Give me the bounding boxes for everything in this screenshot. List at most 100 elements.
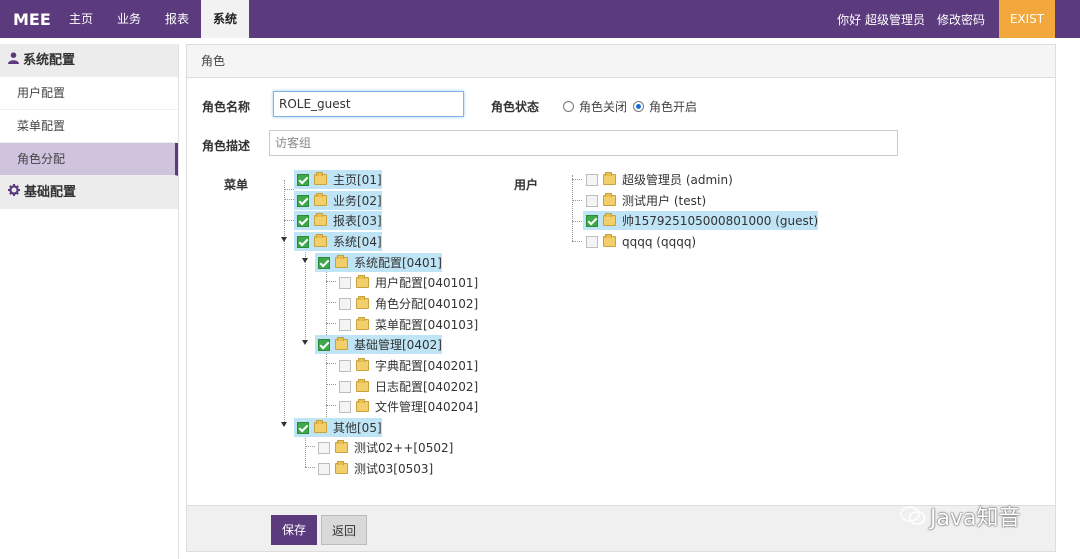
tree-node-label: 其他[05]: [333, 421, 382, 435]
folder-icon: [314, 193, 327, 206]
folder-icon: [314, 172, 327, 185]
tree-node-label: 超级管理员 (admin): [622, 173, 733, 187]
tree-node-menu[interactable]: 其他[05]: [294, 418, 382, 437]
checkbox-checked[interactable]: [297, 421, 309, 434]
tree-node-label: 报表[03]: [333, 214, 382, 228]
tree-node-label: 测试用户 (test): [622, 194, 707, 208]
folder-icon: [603, 213, 616, 226]
tree-node-user[interactable]: 超级管理员 (admin): [583, 170, 733, 189]
tree-node-user[interactable]: 帅157925105000801000 (guest): [583, 211, 819, 230]
checkbox-checked[interactable]: [297, 214, 309, 227]
checkbox[interactable]: [318, 462, 330, 475]
tree-node-user[interactable]: 测试用户 (test): [583, 191, 706, 210]
gear-icon: [8, 176, 20, 209]
tree-node-menu[interactable]: 系统[04]: [294, 232, 382, 251]
exist-button[interactable]: EXIST: [999, 0, 1055, 38]
checkbox-checked[interactable]: [297, 235, 309, 248]
top-right-area: 你好 超级管理员 修改密码 EXIST: [831, 0, 1080, 38]
checkbox[interactable]: [339, 318, 351, 331]
checkbox[interactable]: [586, 194, 598, 207]
checkbox[interactable]: [586, 173, 598, 186]
folder-icon: [356, 358, 369, 371]
tree-node-label: 日志配置[040202]: [375, 380, 479, 394]
folder-icon: [335, 440, 348, 453]
greeting-text: 你好 超级管理员: [837, 12, 925, 27]
checkbox[interactable]: [339, 297, 351, 310]
sidebar-group-system-config[interactable]: 系统配置: [0, 44, 178, 77]
panel-title: 角色: [187, 45, 1055, 78]
watermark-text: Java知音: [930, 506, 1021, 531]
tree-node-label: 字典配置[040201]: [375, 359, 479, 373]
wechat-icon: [900, 506, 926, 525]
role-desc-input[interactable]: 访客组: [269, 130, 898, 156]
folder-icon: [314, 420, 327, 433]
menu-label: 菜单: [224, 178, 249, 192]
folder-icon: [356, 379, 369, 392]
role-name-label: 角色名称: [202, 100, 251, 114]
tree-node-menu[interactable]: 测试02++[0502]: [315, 438, 453, 457]
folder-icon: [603, 172, 616, 185]
checkbox-checked[interactable]: [586, 214, 598, 227]
save-button[interactable]: 保存: [271, 515, 317, 545]
checkbox-checked[interactable]: [297, 194, 309, 207]
checkbox[interactable]: [586, 235, 598, 248]
tree-node-menu[interactable]: 测试03[0503]: [315, 459, 433, 478]
checkbox[interactable]: [339, 380, 351, 393]
sidebar: 系统配置 用户配置 菜单配置 角色分配 基础配置: [0, 44, 179, 559]
tree-node-menu[interactable]: 报表[03]: [294, 211, 382, 230]
top-navbar: MEE 主页 业务 报表 系统 你好 超级管理员 修改密码 EXIST: [0, 0, 1080, 38]
status-on-label: 角色开启: [649, 100, 698, 114]
sidebar-item-menu-config[interactable]: 菜单配置: [0, 110, 178, 143]
role-desc-label: 角色描述: [202, 139, 251, 153]
folder-icon: [356, 399, 369, 412]
user-icon: [8, 44, 19, 77]
checkbox[interactable]: [339, 400, 351, 413]
checkbox-checked[interactable]: [318, 338, 330, 351]
tree-node-label: 系统配置[0401]: [354, 256, 442, 270]
status-off-label: 角色关闭: [579, 100, 628, 114]
tree-node-menu[interactable]: 字典配置[040201]: [336, 356, 478, 375]
radio-dot: [563, 101, 574, 112]
brand-logo[interactable]: MEE: [0, 10, 57, 29]
status-on-radio[interactable]: 角色开启: [633, 98, 697, 115]
checkbox[interactable]: [339, 276, 351, 289]
nav-business[interactable]: 业务: [105, 0, 153, 38]
tree-node-label: 测试02++[0502]: [354, 441, 454, 455]
tree-node-menu[interactable]: 系统配置[0401]: [315, 253, 442, 272]
checkbox-checked[interactable]: [318, 256, 330, 269]
tree-node-label: 帅157925105000801000 (guest): [622, 214, 819, 228]
tree-node-menu[interactable]: 菜单配置[040103]: [336, 315, 478, 334]
folder-icon: [356, 275, 369, 288]
tree-node-label: 用户配置[040101]: [375, 276, 479, 290]
tree-node-user[interactable]: qqqq (qqqq): [583, 232, 696, 251]
nav-home[interactable]: 主页: [57, 0, 105, 38]
checkbox-checked[interactable]: [297, 173, 309, 186]
tree-node-menu[interactable]: 基础管理[0402]: [315, 335, 442, 354]
nav-report[interactable]: 报表: [153, 0, 201, 38]
tree-node-menu[interactable]: 日志配置[040202]: [336, 377, 478, 396]
role-name-input[interactable]: ROLE_guest: [273, 91, 464, 117]
sidebar-item-user-config[interactable]: 用户配置: [0, 77, 178, 110]
tree-node-menu[interactable]: 文件管理[040204]: [336, 397, 478, 416]
tree-node-label: 测试03[0503]: [354, 462, 434, 476]
nav-system[interactable]: 系统: [201, 0, 250, 38]
folder-icon: [356, 317, 369, 330]
sidebar-item-role-assign[interactable]: 角色分配: [0, 143, 178, 176]
folder-icon: [314, 213, 327, 226]
tree-node-label: 系统[04]: [333, 235, 382, 249]
change-password-link[interactable]: 修改密码: [931, 11, 991, 28]
folder-icon: [314, 234, 327, 247]
folder-icon: [335, 255, 348, 268]
checkbox[interactable]: [339, 359, 351, 372]
back-button[interactable]: 返回: [321, 515, 367, 545]
checkbox[interactable]: [318, 441, 330, 454]
sidebar-group-base-config[interactable]: 基础配置: [0, 176, 178, 209]
tree-node-menu[interactable]: 用户配置[040101]: [336, 273, 478, 292]
role-panel: 角色 角色名称 ROLE_guest 角色状态 角色关闭 角色开启 角色描述 访…: [186, 44, 1056, 552]
sidebar-group-label: 基础配置: [24, 185, 77, 200]
tree-node-menu[interactable]: 主页[01]: [294, 170, 382, 189]
status-off-radio[interactable]: 角色关闭: [563, 98, 627, 115]
watermark: Java知音: [900, 500, 1020, 532]
tree-node-menu[interactable]: 角色分配[040102]: [336, 294, 478, 313]
tree-node-menu[interactable]: 业务[02]: [294, 191, 382, 210]
